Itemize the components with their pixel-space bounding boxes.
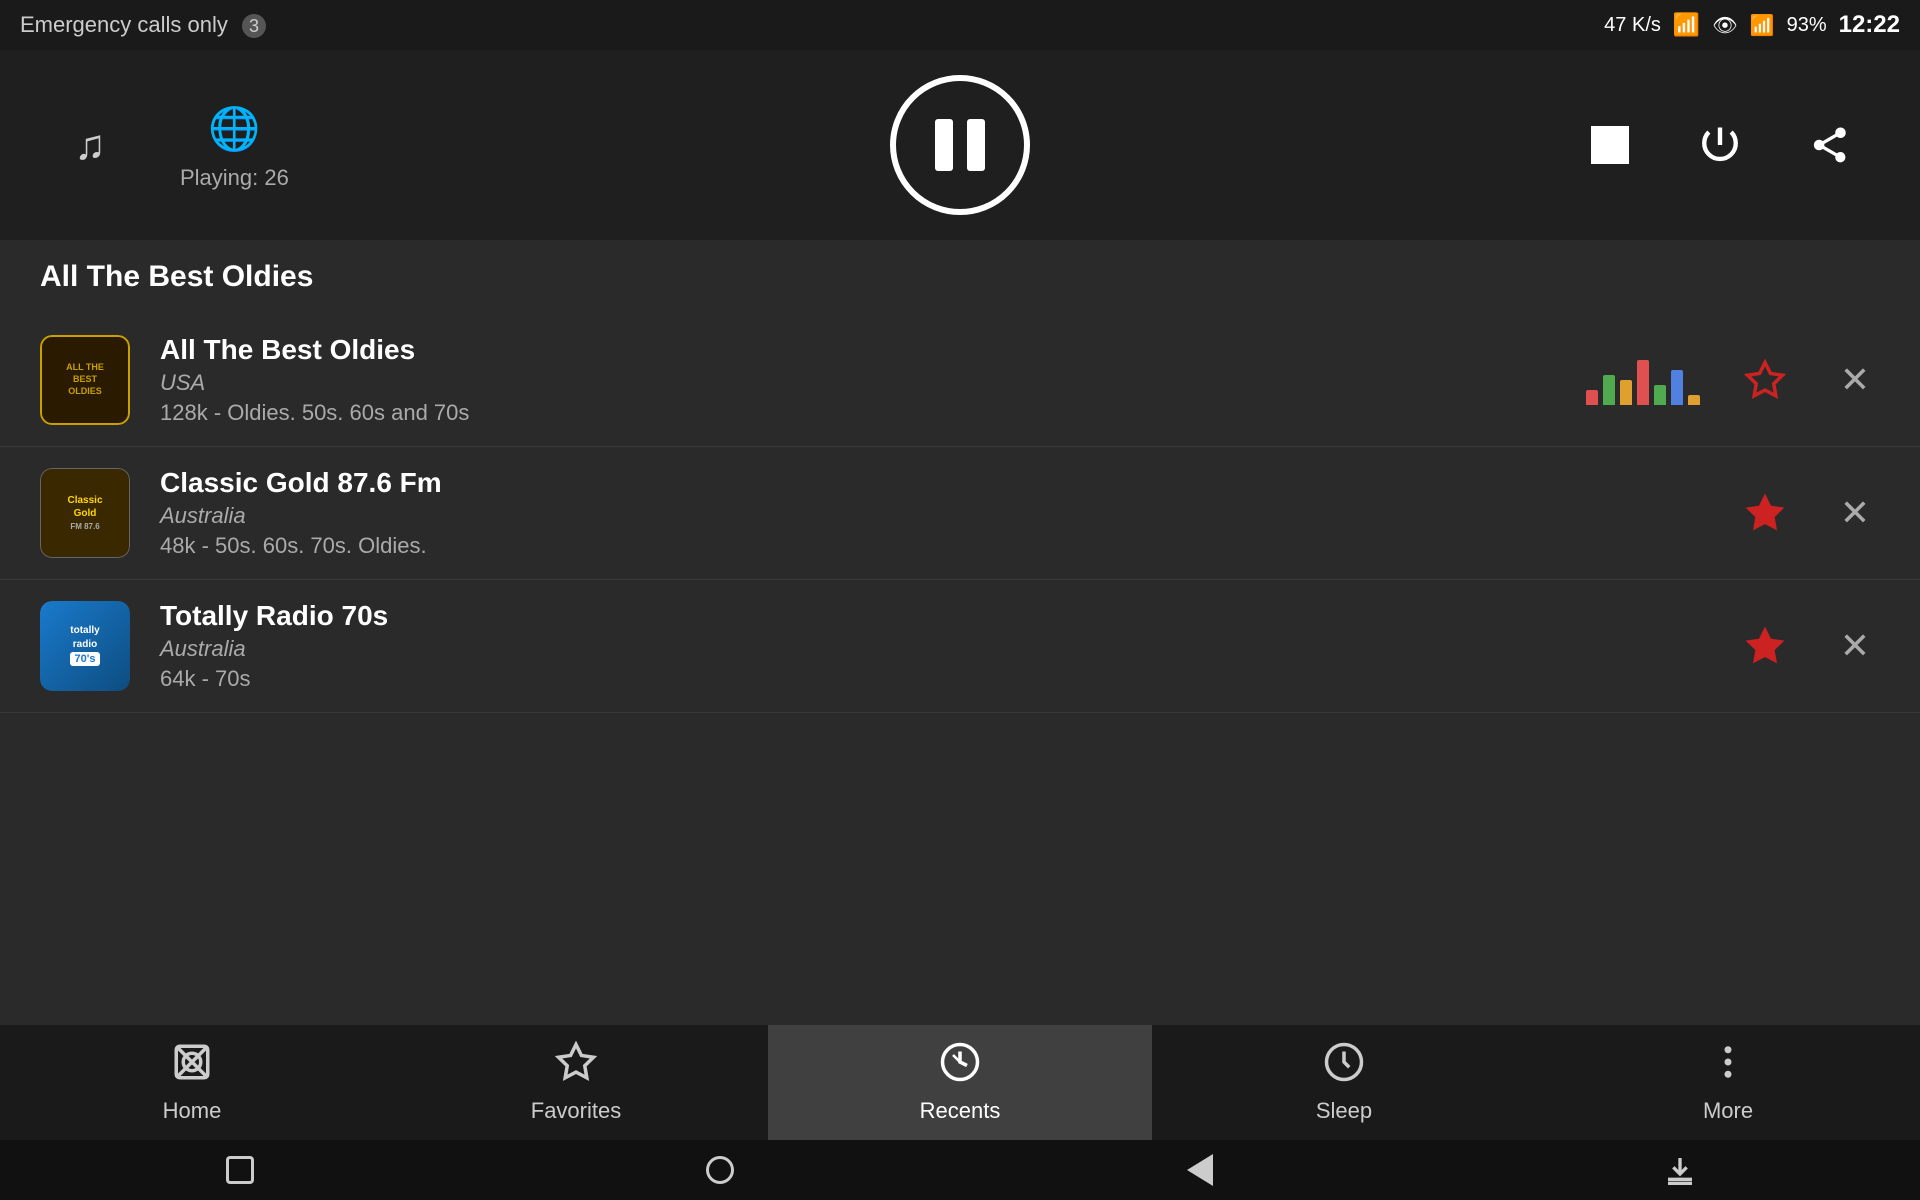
radio-info-3: Totally Radio 70s Australia 64k - 70s	[160, 600, 1720, 692]
globe-col: 🌐 Playing: 26	[180, 99, 289, 191]
music-note-icon[interactable]: ♫	[60, 115, 120, 175]
remove-btn-1[interactable]: ✕	[1830, 355, 1880, 405]
nav-sleep[interactable]: Sleep	[1152, 1025, 1536, 1140]
circle-icon	[706, 1156, 734, 1184]
eq-bar	[1654, 385, 1666, 405]
radio-right-1: ✕	[1586, 355, 1880, 405]
status-bar: Emergency calls only 3 47 K/s 📶 👁 📶 93% …	[0, 0, 1920, 50]
radio-country-1: USA	[160, 370, 1566, 396]
pause-button[interactable]	[890, 75, 1030, 215]
power-button[interactable]	[1690, 115, 1750, 175]
system-nav-bar	[0, 1140, 1920, 1200]
radio-logo-2: ClassicGoldFM 87.6	[40, 468, 130, 558]
eq-bar	[1620, 380, 1632, 405]
recent-apps-button[interactable]	[210, 1140, 270, 1200]
radio-item-2[interactable]: ClassicGoldFM 87.6 Classic Gold 87.6 Fm …	[0, 447, 1920, 580]
recents-icon	[939, 1041, 981, 1090]
radio-country-2: Australia	[160, 503, 1720, 529]
radio-item-3[interactable]: totallyradio70's Totally Radio 70s Austr…	[0, 580, 1920, 713]
radio-right-3: ✕	[1740, 621, 1880, 671]
favorite-btn-1[interactable]	[1740, 355, 1790, 405]
nav-favorites[interactable]: Favorites	[384, 1025, 768, 1140]
eq-bar	[1637, 360, 1649, 405]
download-arrow-icon	[1664, 1154, 1696, 1186]
music-col: ♫	[60, 115, 120, 175]
back-button[interactable]	[1170, 1140, 1230, 1200]
playing-label: Playing: 26	[180, 165, 289, 191]
triangle-icon	[1187, 1154, 1213, 1186]
wifi-icon: 📶	[1750, 13, 1775, 38]
pause-bar-left	[935, 119, 953, 171]
radio-name-3: Totally Radio 70s	[160, 600, 1720, 632]
nav-home[interactable]: Home	[0, 1025, 384, 1140]
equalizer-1	[1586, 355, 1700, 405]
more-icon	[1707, 1041, 1749, 1090]
remove-btn-2[interactable]: ✕	[1830, 488, 1880, 538]
remove-btn-3[interactable]: ✕	[1830, 621, 1880, 671]
square-icon	[226, 1156, 254, 1184]
radio-desc-3: 64k - 70s	[160, 666, 1720, 692]
radio-item-1[interactable]: ALL THEBESTOLDIES All The Best Oldies US…	[0, 314, 1920, 447]
radio-info-2: Classic Gold 87.6 Fm Australia 48k - 50s…	[160, 467, 1720, 559]
home-icon	[171, 1041, 213, 1090]
nav-recents-label: Recents	[920, 1098, 1001, 1124]
favorite-btn-3[interactable]	[1740, 621, 1790, 671]
radio-logo-3: totallyradio70's	[40, 601, 130, 691]
pause-button-container	[890, 75, 1030, 215]
battery-indicator: 93%	[1787, 14, 1827, 37]
radio-logo-1: ALL THEBESTOLDIES	[40, 335, 130, 425]
status-emergency: Emergency calls only 3	[20, 12, 266, 38]
globe-icon[interactable]: 🌐	[204, 99, 264, 159]
sleep-icon	[1323, 1041, 1365, 1090]
favorites-icon	[555, 1041, 597, 1090]
radio-list: ALL THEBESTOLDIES All The Best Oldies US…	[0, 314, 1920, 713]
eq-bar	[1671, 370, 1683, 405]
pause-bar-right	[967, 119, 985, 171]
favorite-btn-2[interactable]	[1740, 488, 1790, 538]
stop-button[interactable]	[1580, 115, 1640, 175]
bottom-nav: Home Favorites Recents Sleep	[0, 1025, 1920, 1140]
status-right: 47 K/s 📶 👁 📶 93% 12:22	[1604, 11, 1900, 39]
notification-badge: 3	[242, 14, 266, 38]
clock: 12:22	[1839, 11, 1900, 39]
bluetooth-icon: 📶	[1673, 12, 1700, 38]
radio-name-1: All The Best Oldies	[160, 334, 1566, 366]
top-controls: ♫ 🌐 Playing: 26	[0, 50, 1920, 240]
radio-desc-1: 128k - Oldies. 50s. 60s and 70s	[160, 400, 1566, 426]
top-left-group: ♫ 🌐 Playing: 26	[60, 99, 289, 191]
nav-recents[interactable]: Recents	[768, 1025, 1152, 1140]
nav-more-label: More	[1703, 1098, 1753, 1124]
downloads-button[interactable]	[1650, 1140, 1710, 1200]
nav-more[interactable]: More	[1536, 1025, 1920, 1140]
nav-sleep-label: Sleep	[1316, 1098, 1372, 1124]
share-button[interactable]	[1800, 115, 1860, 175]
radio-info-1: All The Best Oldies USA 128k - Oldies. 5…	[160, 334, 1566, 426]
section-title: All The Best Oldies	[40, 260, 1880, 294]
nav-home-label: Home	[163, 1098, 222, 1124]
nav-favorites-label: Favorites	[531, 1098, 621, 1124]
section-title-bar: All The Best Oldies	[0, 240, 1920, 314]
radio-desc-2: 48k - 50s. 60s. 70s. Oldies.	[160, 533, 1720, 559]
radio-right-2: ✕	[1740, 488, 1880, 538]
eq-bar	[1603, 375, 1615, 405]
radio-name-2: Classic Gold 87.6 Fm	[160, 467, 1720, 499]
top-right-icons	[1580, 115, 1860, 175]
home-button[interactable]	[690, 1140, 750, 1200]
cast-icon: 👁	[1712, 13, 1737, 38]
radio-country-3: Australia	[160, 636, 1720, 662]
eq-bar	[1688, 395, 1700, 405]
eq-bar	[1586, 390, 1598, 405]
network-speed: 47 K/s	[1604, 14, 1661, 37]
